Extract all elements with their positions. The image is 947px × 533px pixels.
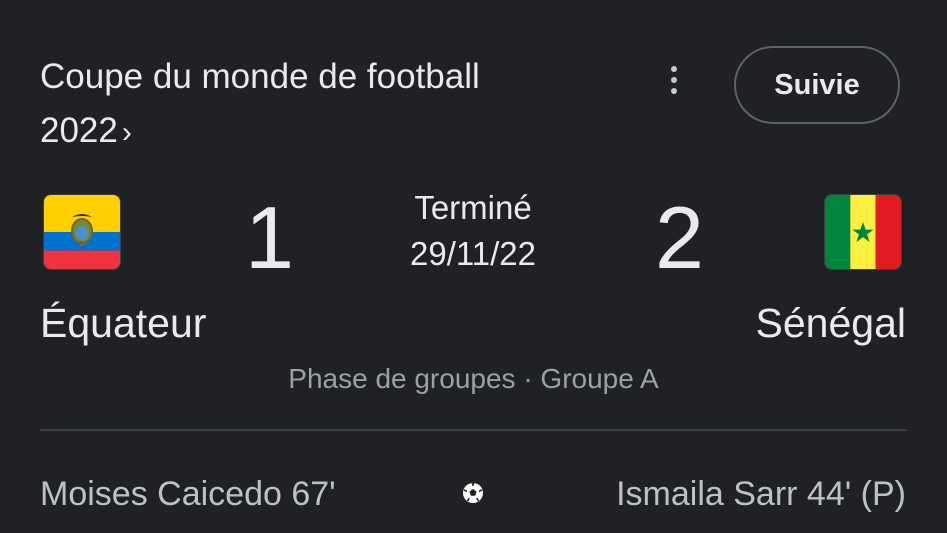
home-scorers: Moises Caicedo 67' — [40, 475, 336, 513]
senegal-flag-icon — [825, 195, 901, 269]
match-card: Coupe du monde de football 2022 › Suivie … — [0, 0, 947, 533]
divider — [40, 429, 907, 431]
away-scorers: Ismaila Sarr 44' (P) — [616, 475, 906, 513]
more-vert-icon[interactable] — [657, 58, 691, 102]
home-score: 1 — [245, 188, 294, 287]
away-score: 2 — [655, 188, 704, 287]
competition-title-line1: Coupe du monde de football — [40, 57, 480, 96]
match-stage: Phase de groupes · Groupe A — [288, 363, 659, 394]
competition-year: 2022 — [40, 111, 118, 150]
competition-title-line2: 2022 › — [40, 104, 600, 160]
match-status-block: Terminé 29/11/22 — [373, 185, 573, 277]
match-status: Terminé — [414, 189, 532, 226]
home-team-name[interactable]: Équateur — [40, 296, 206, 350]
follow-button[interactable]: Suivie — [734, 46, 900, 124]
competition-title-link[interactable]: Coupe du monde de football 2022 › — [40, 50, 600, 160]
ecuador-flag-icon — [44, 195, 120, 269]
match-date: 29/11/22 — [409, 235, 536, 272]
soccer-ball-icon — [462, 482, 484, 504]
away-team-name[interactable]: Sénégal — [756, 296, 906, 350]
chevron-right-icon: › — [121, 116, 132, 149]
